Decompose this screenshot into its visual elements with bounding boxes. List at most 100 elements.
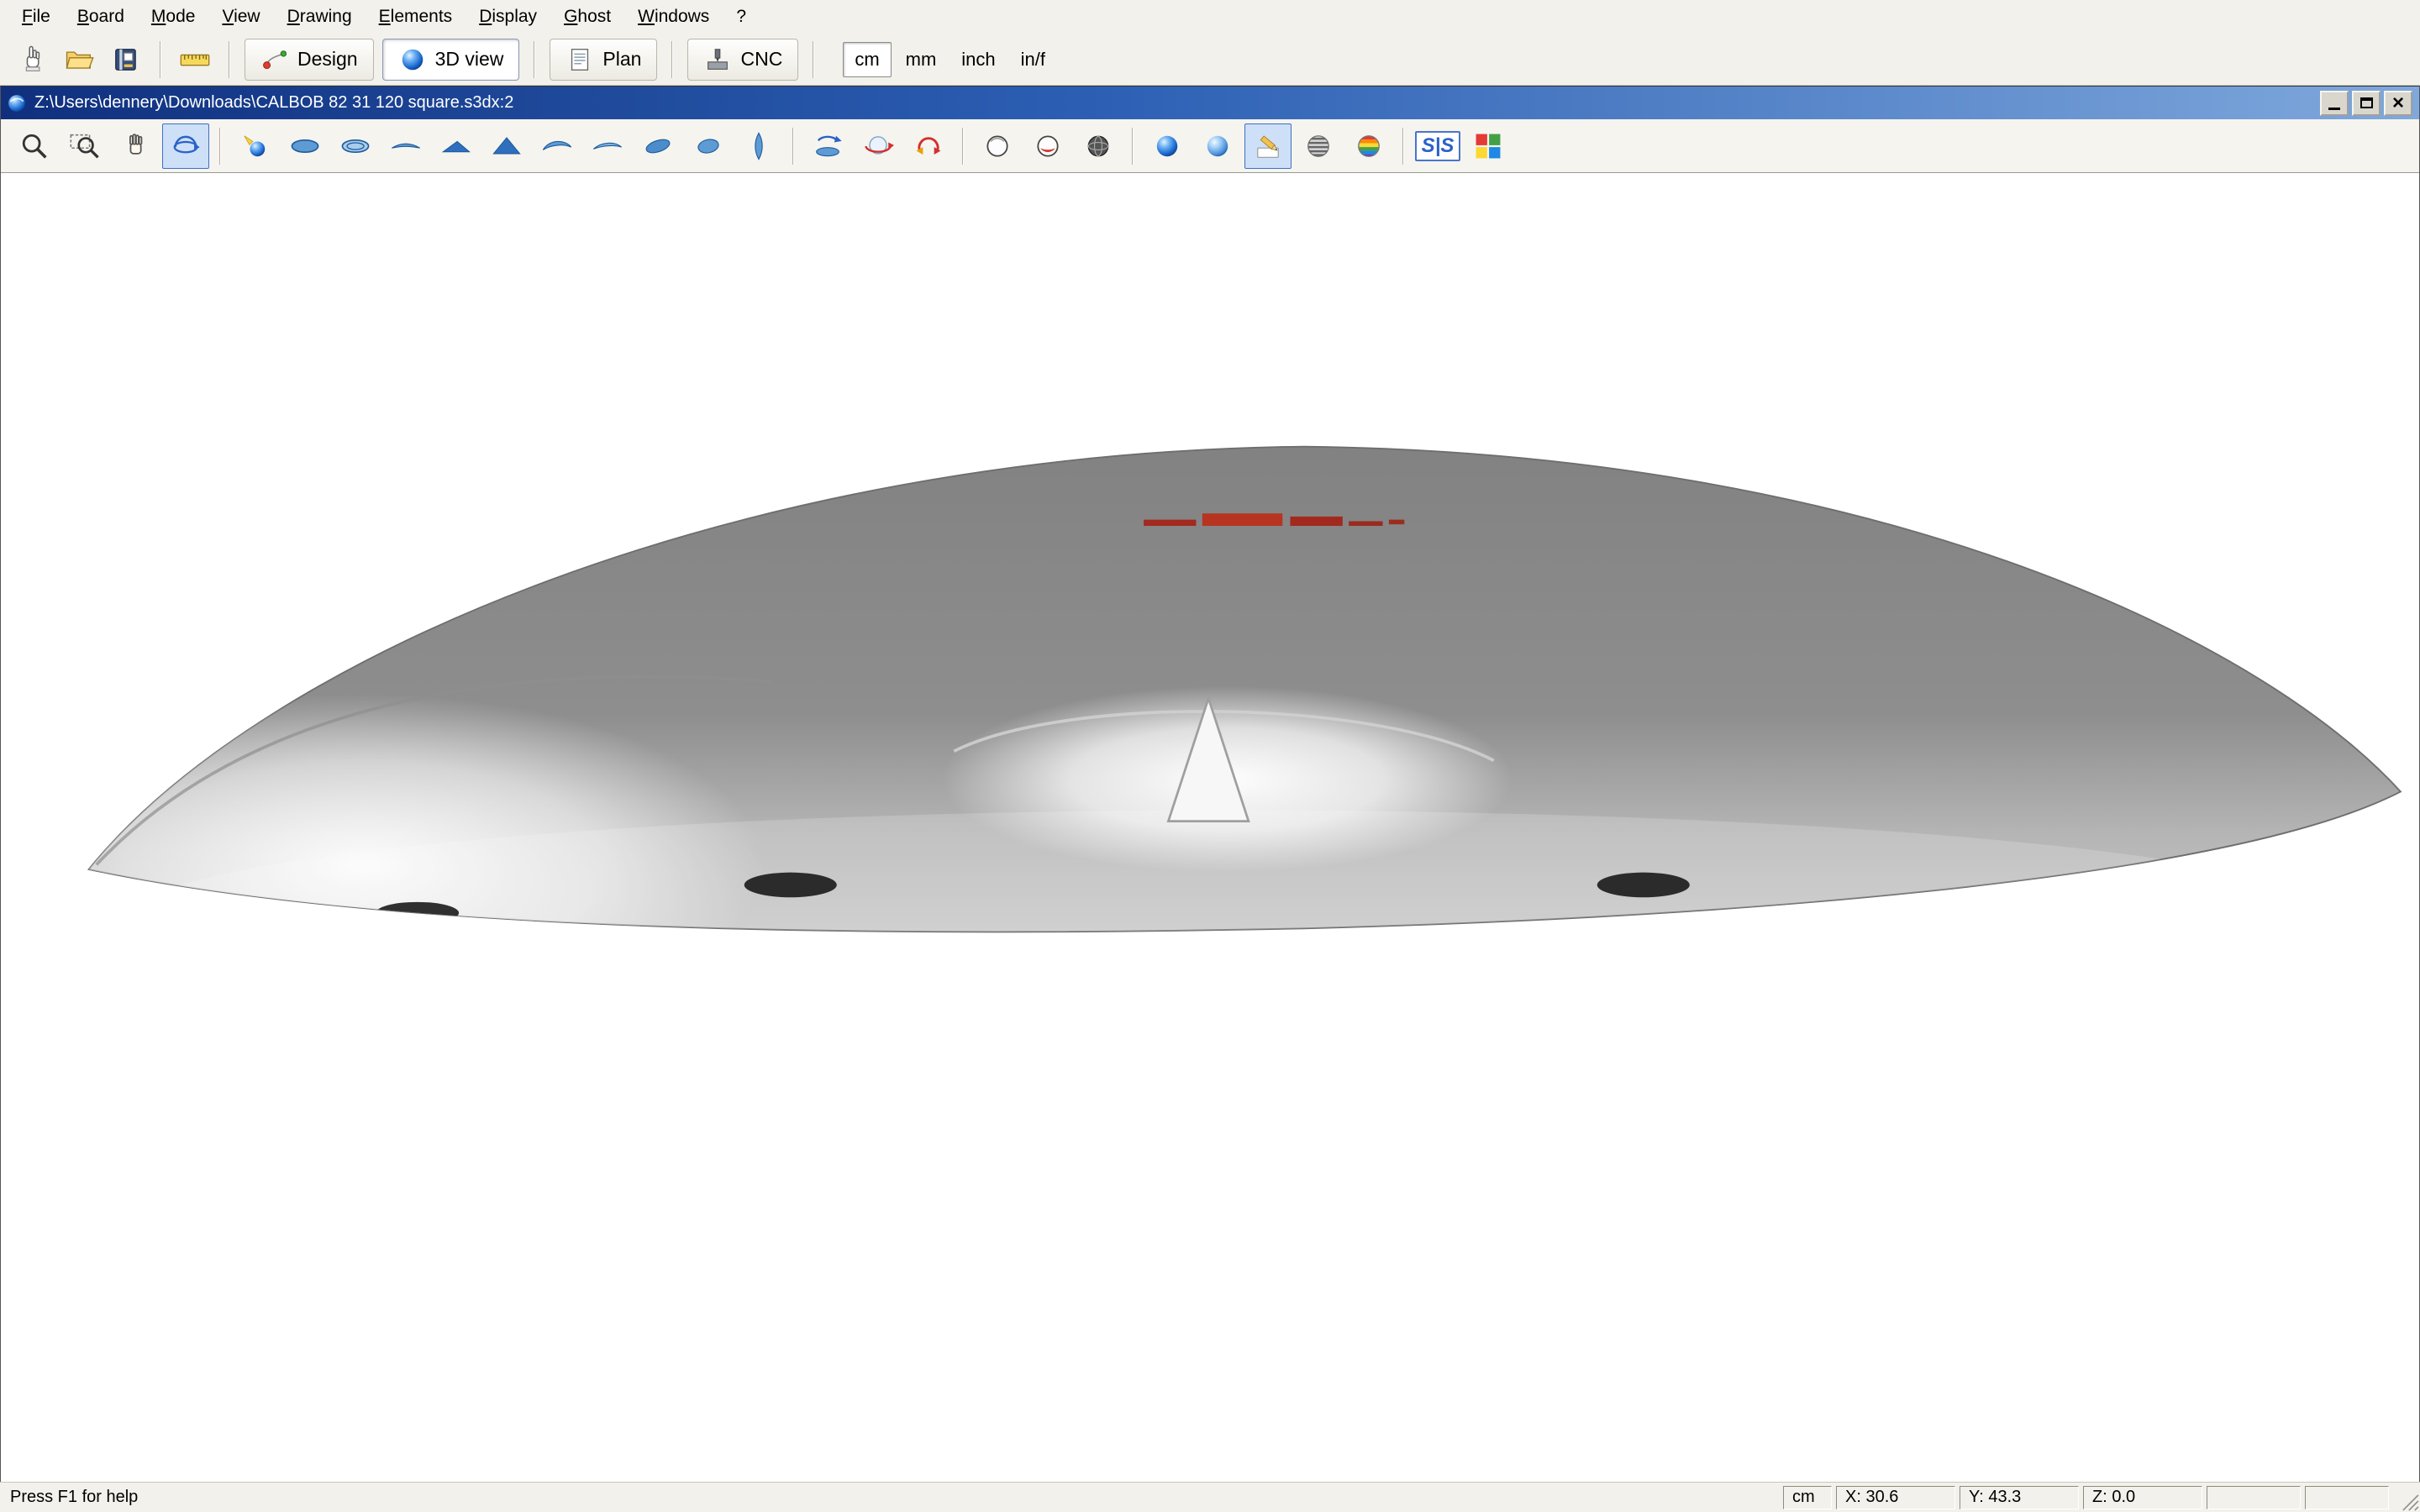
menu-windows[interactable]: Windows	[624, 3, 723, 30]
toolbar-separator	[229, 41, 230, 78]
unit-cm-button[interactable]: cm	[843, 42, 891, 77]
rotate-3d-button[interactable]	[162, 123, 209, 169]
viewbar-separator	[962, 128, 964, 165]
window-controls: ×	[2320, 91, 2412, 116]
design-mode-label: Design	[297, 48, 358, 71]
save-file-button[interactable]	[103, 38, 150, 81]
blade-view-button[interactable]	[735, 123, 782, 169]
resize-grip[interactable]	[2393, 1485, 2420, 1512]
menu-mode[interactable]: Mode	[138, 3, 209, 30]
color-grid-button[interactable]	[1465, 123, 1512, 169]
menu-display[interactable]: Display	[466, 3, 550, 30]
document-title-bar[interactable]: Z:\Users\dennery\Downloads\CALBOB 82 31 …	[1, 86, 2419, 119]
board-3d-render	[1, 173, 2419, 1482]
document-title: Z:\Users\dennery\Downloads\CALBOB 82 31 …	[34, 93, 2312, 113]
ball-outline-button[interactable]	[974, 123, 1021, 169]
pencil-edit-button[interactable]	[1244, 123, 1292, 169]
status-unit: cm	[1783, 1486, 1832, 1509]
ball-wireframe-button[interactable]	[1075, 123, 1122, 169]
close-icon: ×	[2392, 93, 2404, 113]
flip-view-button[interactable]	[804, 123, 851, 169]
menu-elements[interactable]: Elements	[366, 3, 466, 30]
menu-board[interactable]: Board	[64, 3, 138, 30]
open-file-icon	[62, 43, 96, 76]
zoom-icon	[18, 129, 51, 163]
ball-red-button[interactable]	[1024, 123, 1071, 169]
design-nodes-icon	[260, 45, 289, 74]
sphere-light-blue-button[interactable]	[1194, 123, 1241, 169]
zoom-window-icon	[68, 129, 102, 163]
measurements-ruler-icon	[178, 43, 212, 76]
toolbar-separator	[534, 41, 535, 78]
window-close-button[interactable]: ×	[2384, 91, 2412, 116]
sphere-rainbow-button[interactable]	[1345, 123, 1392, 169]
rocker-small-icon	[439, 129, 473, 163]
menu-view[interactable]: View	[208, 3, 273, 30]
status-x-coordinate: X: 30.6	[1836, 1486, 1955, 1509]
unit-inf-button[interactable]: in/f	[1010, 43, 1056, 76]
slab-icon	[641, 129, 675, 163]
3d-viewport[interactable]	[1, 173, 2419, 1482]
3d-sphere-icon	[398, 45, 427, 74]
thickness-view-button[interactable]	[382, 123, 429, 169]
status-help-text: Press F1 for help	[0, 1488, 1783, 1507]
zoom-window-button[interactable]	[61, 123, 108, 169]
toolbar-separator	[671, 41, 673, 78]
open-file-button[interactable]	[55, 38, 103, 81]
window-minimize-button[interactable]	[2320, 91, 2349, 116]
unit-inch-button[interactable]: inch	[950, 43, 1006, 76]
sphere-rainbow-icon	[1352, 129, 1386, 163]
window-maximize-button[interactable]	[2352, 91, 2381, 116]
profile-thin-icon	[591, 129, 624, 163]
plan-mode-button[interactable]: Plan	[550, 39, 657, 81]
zoom-button[interactable]	[11, 123, 58, 169]
hand-tool-button[interactable]	[8, 38, 55, 81]
unit-mm-button[interactable]: mm	[895, 43, 948, 76]
ball-wireframe-icon	[1081, 129, 1115, 163]
document-window: Z:\Users\dennery\Downloads\CALBOB 82 31 …	[0, 86, 2420, 1482]
menu-drawing[interactable]: Drawing	[274, 3, 366, 30]
pan-button[interactable]	[112, 123, 159, 169]
sphere-striped-icon	[1302, 129, 1335, 163]
cnc-machine-icon	[703, 45, 732, 74]
rotate-vertical-button[interactable]	[855, 123, 902, 169]
viewbar-separator	[792, 128, 794, 165]
menu-ghost[interactable]: Ghost	[550, 3, 624, 30]
sis-icon: S|S	[1415, 131, 1461, 161]
maximize-icon	[2360, 97, 2373, 108]
measurements-button[interactable]	[171, 38, 218, 81]
profile-swoosh-icon	[540, 129, 574, 163]
status-bar: Press F1 for help cm X: 30.6 Y: 43.3 Z: …	[0, 1482, 2420, 1512]
rotate-free-icon	[912, 129, 945, 163]
outline-top-view-button[interactable]	[281, 123, 329, 169]
rocker-large-view-button[interactable]	[483, 123, 530, 169]
outline-deck-view-button[interactable]	[332, 123, 379, 169]
sphere-striped-button[interactable]	[1295, 123, 1342, 169]
menu-file[interactable]: File	[8, 3, 64, 30]
sphere-blue-button[interactable]	[1144, 123, 1191, 169]
main-toolbar: Design 3D view Plan CNC cm mm inch in/f	[0, 34, 2420, 86]
menu-help[interactable]: ?	[723, 3, 760, 30]
slab-view-button[interactable]	[634, 123, 681, 169]
sis-button[interactable]: S|S	[1414, 123, 1461, 169]
view3d-mode-label: 3D view	[435, 48, 504, 71]
cnc-mode-button[interactable]: CNC	[687, 39, 798, 81]
profile-swoosh-view-button[interactable]	[534, 123, 581, 169]
plan-document-icon	[566, 45, 594, 74]
ball-outline-icon	[981, 129, 1014, 163]
rocker-small-view-button[interactable]	[433, 123, 480, 169]
rotate-free-button[interactable]	[905, 123, 952, 169]
rotate-3d-icon	[169, 129, 203, 163]
status-z-coordinate: Z: 0.0	[2083, 1486, 2202, 1509]
sphere-blue-icon	[1150, 129, 1184, 163]
unit-selector: cm mm inch in/f	[843, 42, 1056, 77]
shaded-light-button[interactable]	[231, 123, 278, 169]
menu-bar: File Board Mode View Drawing Elements Di…	[0, 0, 2420, 34]
minimize-icon	[2328, 108, 2340, 110]
shaded-light-icon	[238, 129, 271, 163]
blob-view-button[interactable]	[685, 123, 732, 169]
design-mode-button[interactable]: Design	[245, 39, 374, 81]
outline-deck-icon	[339, 129, 372, 163]
profile-thin-view-button[interactable]	[584, 123, 631, 169]
view3d-mode-button[interactable]: 3D view	[382, 39, 520, 81]
